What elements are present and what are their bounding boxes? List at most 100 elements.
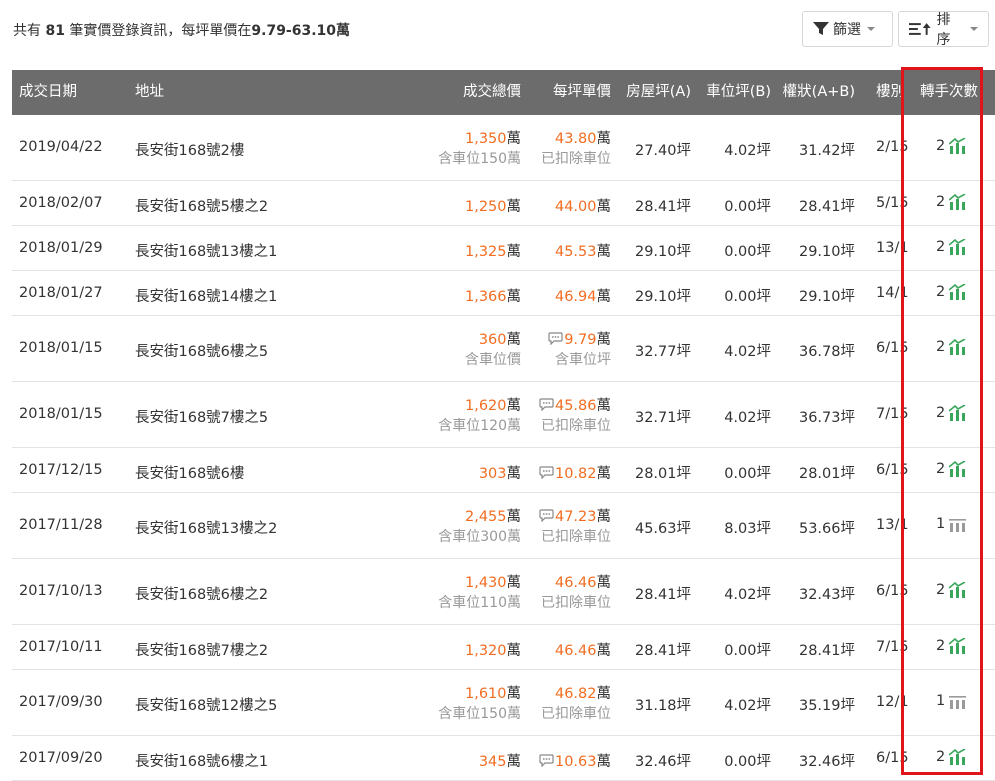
unit-price-unit: 萬	[596, 131, 612, 147]
table-row[interactable]: 2018/01/15 長安街168號6樓之5 360萬 含車位價 9.79萬 含車位坪 32…	[12, 316, 995, 382]
trend-up-icon	[949, 405, 966, 421]
column-ownership-area[interactable]: 權狀(A+B)	[783, 70, 855, 115]
cell-turnover[interactable]: 2	[936, 194, 967, 210]
turnover-count: 2	[936, 339, 946, 355]
cell-turnover[interactable]: 2	[936, 461, 967, 477]
cell-date: 2018/01/15	[19, 406, 103, 422]
table-row[interactable]: 2018/01/29 長安街168號13樓之1 1,325萬 45.53萬 29.10坪…	[12, 226, 995, 271]
cell-turnover[interactable]: 2	[936, 405, 967, 421]
table-row[interactable]: 2017/10/13 長安街168號6樓之2 1,430萬 含車位110萬 46.46萬…	[12, 559, 995, 625]
comment-icon[interactable]	[548, 332, 564, 348]
cell-parking-area: 0.00坪	[724, 289, 771, 305]
cell-house-area: 32.71坪	[634, 410, 691, 426]
cell-address[interactable]: 長安街168號12樓之5	[135, 694, 277, 715]
cell-turnover[interactable]: 1	[936, 693, 967, 709]
unit-price-unit: 萬	[596, 398, 612, 414]
cell-address[interactable]: 長安街168號2樓	[135, 139, 244, 160]
cell-turnover[interactable]: 2	[936, 138, 967, 154]
table-row[interactable]: 2018/01/27 長安街168號14樓之1 1,366萬 46.94萬 29.10坪…	[12, 271, 995, 316]
cell-address[interactable]: 長安街168號14樓之1	[135, 285, 277, 306]
column-date[interactable]: 成交日期	[19, 70, 77, 115]
summary-mid: 筆實價登錄資訊，每坪單價在	[64, 23, 252, 39]
cell-unit-price: 9.79萬	[548, 328, 611, 349]
cell-ownership-area: 28.01坪	[798, 466, 855, 482]
cell-house-area: 28.41坪	[634, 587, 691, 603]
cell-address[interactable]: 長安街168號6樓之2	[135, 583, 268, 604]
column-total-price[interactable]: 成交總價	[463, 70, 521, 115]
price-unit: 萬	[506, 575, 522, 591]
table-row[interactable]: 2018/01/15 長安街168號7樓之5 1,620萬 含車位120萬 45.86萬…	[12, 382, 995, 448]
table-row[interactable]: 2017/09/20 長安街168號6樓之1 345萬 10.63萬 32.46坪 0.0…	[12, 736, 995, 781]
cell-turnover[interactable]: 1	[936, 516, 967, 532]
unit-price-unit: 萬	[596, 244, 612, 260]
cell-address[interactable]: 長安街168號5樓之2	[135, 195, 268, 216]
unit-price-unit: 萬	[596, 332, 612, 348]
unit-price-unit: 萬	[596, 289, 612, 305]
cell-address[interactable]: 長安街168號6樓之1	[135, 750, 268, 771]
column-unit-price[interactable]: 每坪單價	[553, 70, 611, 115]
cell-turnover[interactable]: 2	[936, 239, 967, 255]
results-toolbar: 共有 81 筆實價登錄資訊，每坪單價在9.79-63.10萬 篩選 排序	[0, 0, 995, 66]
unit-price-note: 已扣除車位	[541, 595, 611, 611]
cell-floor: 13/15	[876, 240, 908, 256]
cell-turnover[interactable]: 2	[936, 638, 967, 654]
cell-total-price: 1,325萬	[465, 240, 521, 261]
cell-total-price: 1,350萬	[465, 127, 521, 148]
cell-address[interactable]: 長安街168號6樓	[135, 462, 244, 483]
cell-address[interactable]: 長安街168號7樓之5	[135, 406, 268, 427]
column-parking-area[interactable]: 車位坪(B)	[706, 70, 771, 115]
cell-ownership-area: 32.43坪	[798, 587, 855, 603]
table-row[interactable]: 2017/10/11 長安街168號7樓之2 1,320萬 46.46萬 28.41坪 0…	[12, 625, 995, 670]
table-body: 2019/04/22 長安街168號2樓 1,350萬 含車位150萬 43.80萬 已扣…	[12, 115, 995, 781]
turnover-count: 2	[936, 138, 946, 154]
comment-icon[interactable]	[539, 754, 555, 770]
cell-turnover[interactable]: 2	[936, 749, 967, 765]
cell-turnover[interactable]: 2	[936, 582, 967, 598]
cell-ownership-area: 36.73坪	[798, 410, 855, 426]
price-value: 1,320	[464, 643, 507, 659]
comment-icon[interactable]	[539, 398, 555, 414]
price-unit: 萬	[506, 289, 522, 305]
cell-date: 2017/10/13	[19, 583, 103, 599]
sort-button[interactable]: 排序	[898, 11, 989, 48]
table-row[interactable]: 2017/09/30 長安街168號12樓之5 1,610萬 含車位150萬 46.82…	[12, 670, 995, 736]
unit-price-value: 10.82	[554, 466, 597, 482]
cell-turnover[interactable]: 2	[936, 339, 967, 355]
cell-ownership-area: 32.46坪	[798, 754, 855, 770]
column-floor[interactable]: 樓別	[876, 70, 908, 115]
cell-date: 2017/11/28	[19, 517, 103, 533]
table-row[interactable]: 2018/02/07 長安街168號5樓之2 1,250萬 44.00萬 28.41坪 0…	[12, 181, 995, 226]
comment-icon[interactable]	[539, 466, 555, 482]
cell-unit-price: 46.82萬	[555, 682, 611, 703]
filter-button[interactable]: 篩選	[802, 11, 893, 47]
unit-price-note: 已扣除車位	[541, 529, 611, 545]
turnover-count: 2	[936, 405, 946, 421]
table-row[interactable]: 2019/04/22 長安街168號2樓 1,350萬 含車位150萬 43.80萬 已扣…	[12, 115, 995, 181]
cell-date: 2017/12/15	[19, 462, 103, 478]
cell-address[interactable]: 長安街168號13樓之1	[135, 240, 277, 261]
cell-ownership-area: 29.10坪	[798, 289, 855, 305]
cell-address[interactable]: 長安街168號13樓之2	[135, 517, 277, 538]
column-house-area[interactable]: 房屋坪(A)	[626, 70, 691, 115]
price-value: 1,366	[464, 289, 507, 305]
cell-address[interactable]: 長安街168號6樓之5	[135, 340, 268, 361]
column-address[interactable]: 地址	[135, 70, 164, 115]
turnover-count: 1	[936, 516, 946, 532]
turnover-count: 2	[936, 749, 946, 765]
cell-turnover[interactable]: 2	[936, 284, 967, 300]
turnover-count: 2	[936, 638, 946, 654]
cell-total-price: 345萬	[479, 750, 521, 771]
table-row[interactable]: 2017/12/15 長安街168號6樓 303萬 10.82萬 28.01坪 0.00坪…	[12, 448, 995, 493]
trend-up-icon	[949, 194, 966, 210]
trend-flat-icon	[949, 519, 967, 532]
filter-label: 篩選	[833, 22, 861, 38]
cell-house-area: 32.46坪	[634, 754, 691, 770]
cell-address[interactable]: 長安街168號7樓之2	[135, 639, 268, 660]
cell-total-price: 360萬	[479, 328, 521, 349]
unit-price-note: 含車位坪	[555, 352, 611, 368]
column-turnover[interactable]: 轉手次數	[920, 70, 995, 115]
cell-total-price: 1,430萬	[465, 571, 521, 592]
comment-icon[interactable]	[539, 509, 555, 525]
table-row[interactable]: 2017/11/28 長安街168號13樓之2 2,455萬 含車位300萬 47.23…	[12, 493, 995, 559]
unit-price-note: 已扣除車位	[541, 418, 611, 434]
